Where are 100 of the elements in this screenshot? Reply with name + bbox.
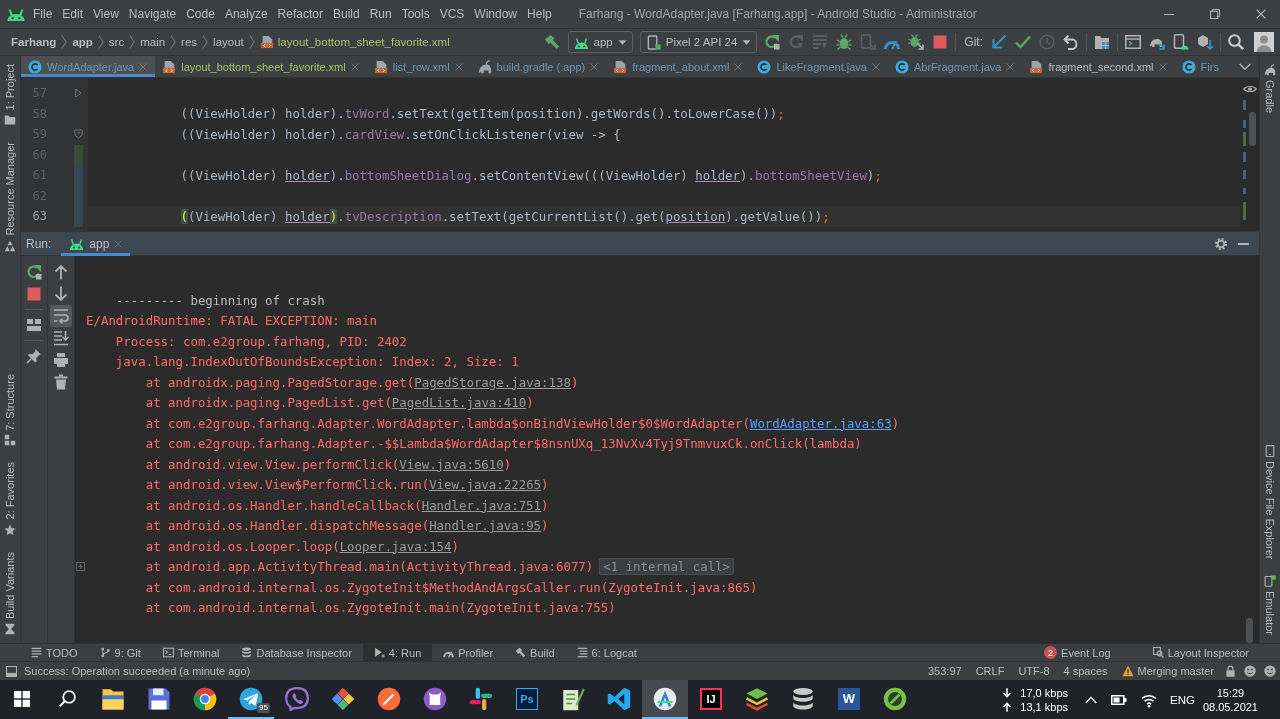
breadcrumb[interactable]: app [72,36,93,48]
tool-window-button[interactable]: Emulator [1260,566,1280,643]
eye-icon[interactable] [1242,84,1257,94]
file-link[interactable]: Handler.java:751 [421,497,542,513]
menu-item[interactable]: VCS [434,6,470,22]
menu-item[interactable]: Run [364,6,397,22]
caret-position[interactable]: 353:97 [928,665,962,677]
menu-item[interactable]: Refactor [272,6,328,22]
file-link[interactable]: PagedStorage.java:138 [414,374,571,390]
editor-tab[interactable]: list_row.xml [366,56,471,77]
breadcrumb[interactable]: main [140,36,166,48]
expand-icon[interactable] [76,562,85,572]
tool-window-button[interactable]: Device File Explorer [1260,436,1280,567]
folder-grid-icon[interactable] [1094,34,1110,50]
menu-item[interactable]: Edit [57,6,89,22]
vcs-branch-widget[interactable]: Merging master [1121,665,1214,677]
undo-icon[interactable] [1063,34,1079,50]
device-dropdown[interactable]: Pixel 2 API 24 [639,31,758,53]
checkmark-icon[interactable] [1015,34,1031,50]
lock-icon[interactable] [1225,665,1236,677]
tool-window-button[interactable]: Gradle [1260,56,1280,122]
editor-tab[interactable]: Firs [1174,56,1227,77]
smiley-icon[interactable] [1244,665,1256,677]
printer-icon[interactable] [53,352,69,368]
taskbar-button[interactable]: 95 [228,680,274,719]
fold-marker-icon[interactable] [74,129,83,140]
stop-icon[interactable] [26,286,42,302]
hammer-icon[interactable] [543,34,560,50]
restore-icon[interactable] [1210,9,1220,19]
tool-window-button[interactable]: 1: Project [0,56,20,135]
tool-window-button[interactable]: TODO [20,644,89,661]
tool-window-button[interactable]: 6: Logcat [565,644,648,661]
down-arrow-icon[interactable] [53,286,69,302]
menu-item[interactable]: Build [327,6,365,22]
editor-tab[interactable]: LikeFragment.java [750,56,888,77]
terminal-window-icon[interactable] [1125,34,1141,50]
bug-icon[interactable] [836,34,853,50]
tool-window-button[interactable]: Build Variants [0,543,20,643]
rerun-icon[interactable] [764,34,781,50]
rerun-icon[interactable] [26,264,42,280]
tool-window-button[interactable]: Profiler [432,644,505,661]
breadcrumb[interactable]: res [181,36,198,48]
file-link[interactable]: PagedList.java:410 [391,395,527,411]
file-link[interactable]: View.java:22265 [429,477,542,493]
tool-window-button[interactable]: Database Inspector [230,644,363,661]
soft-wrap-icon[interactable] [50,305,72,327]
pin-icon[interactable] [26,348,42,364]
breadcrumb[interactable]: layout [213,36,244,48]
file-link[interactable]: View.java:5610 [399,456,504,472]
layout-icon[interactable] [26,317,42,333]
change-marker[interactable] [74,206,83,227]
tool-window-button[interactable]: Layout Inspector [1141,644,1260,661]
tool-window-button[interactable]: 9: Git [88,644,152,661]
menu-item[interactable]: Help [522,6,557,22]
smiley-icon[interactable] [1264,665,1276,677]
run-config-dropdown[interactable]: app [567,31,633,53]
taskbar-button[interactable] [642,680,688,719]
language-indicator[interactable]: ENG [1170,693,1195,706]
tool-window-button[interactable]: Resource Manager [0,134,20,261]
menu-item[interactable]: Navigate [123,6,182,22]
minimize-icon[interactable] [1238,242,1249,245]
editor-tab[interactable]: fragment_about.xml [606,56,751,77]
taskbar-button[interactable]: IJ [688,680,734,719]
phone-icon[interactable] [1173,34,1189,50]
editor-tab[interactable]: AbrFragment.java [887,56,1023,77]
tool-window-button[interactable]: Build [504,644,566,661]
file-link[interactable]: Handler.java:95 [429,518,542,534]
trash-icon[interactable] [53,374,69,390]
change-marker[interactable] [74,144,83,165]
menu-item[interactable]: View [88,6,124,22]
editor-tab[interactable]: fragment_second.xml [1022,56,1175,77]
search-icon[interactable] [1228,34,1244,50]
taskbar-button[interactable]: W [826,680,872,719]
menu-item[interactable]: File [28,6,58,22]
menu-item[interactable]: Window [469,6,523,22]
scrollbar[interactable] [1246,618,1253,643]
settings-icon[interactable] [1214,236,1228,251]
tool-window-button[interactable]: 2: Favorites [0,454,20,544]
menu-item[interactable]: Analyze [219,6,273,22]
breadcrumb[interactable]: src [108,36,125,48]
tool-window-button[interactable]: 2 Event Log [1033,644,1122,661]
window-icon[interactable] [6,665,17,677]
change-marker[interactable] [74,165,83,186]
cube-download-icon[interactable] [1197,34,1213,50]
arrow-icon[interactable] [991,34,1007,50]
breadcrumb[interactable]: Farhang [11,36,57,48]
scrollbar[interactable] [1249,112,1256,146]
file-encoding[interactable]: UTF-8 [1018,665,1050,677]
line-separator[interactable]: CRLF [975,665,1005,677]
file-link[interactable]: Looper.java:154 [339,538,452,554]
menu-item[interactable]: Tools [396,6,435,22]
up-arrow-icon[interactable] [53,264,69,280]
clock[interactable]: 15:29 08.05.2021 [1202,685,1258,714]
editor-tab[interactable]: layout_bottom_sheet_favorite.xml [155,56,367,77]
breadcrumb[interactable]: layout_bottom_sheet_favorite.xml [277,36,450,48]
folded-calls[interactable]: <1 internal call> [599,558,735,576]
stop-icon[interactable] [932,34,949,50]
scroll-to-end-icon[interactable] [53,330,69,346]
indent-setting[interactable]: 4 spaces [1063,665,1108,677]
taskbar-button[interactable]: Ps [504,680,550,719]
